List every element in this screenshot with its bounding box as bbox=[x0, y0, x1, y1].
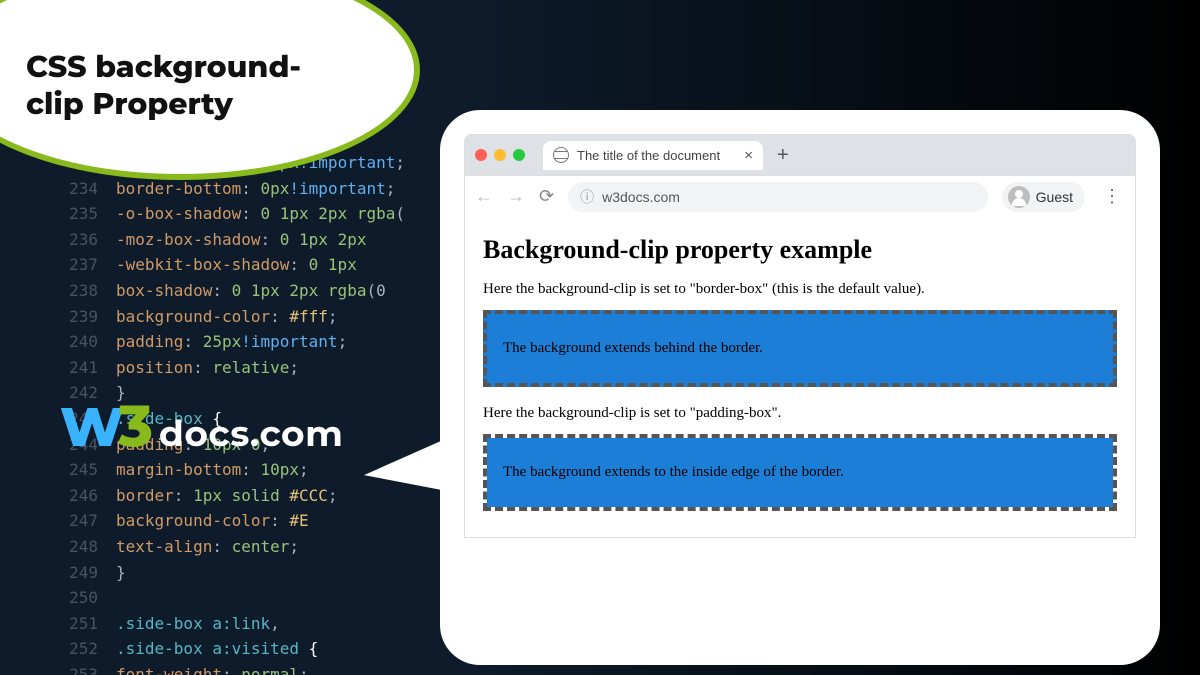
demo-para-1: Here the background-clip is set to "bord… bbox=[483, 281, 1117, 298]
browser-tab[interactable]: The title of the document × bbox=[543, 141, 763, 170]
tab-title: The title of the document bbox=[577, 148, 720, 163]
browser-chrome: The title of the document × + ← → ⟳ ⓘ w3… bbox=[464, 134, 1136, 538]
close-window-icon[interactable] bbox=[475, 149, 487, 161]
logo-3: 3 bbox=[118, 390, 153, 461]
card-handle bbox=[1160, 165, 1163, 315]
demo-box-border: The background extends behind the border… bbox=[483, 310, 1117, 387]
demo-box-text: The background extends to the inside edg… bbox=[503, 464, 844, 480]
maximize-window-icon[interactable] bbox=[513, 149, 525, 161]
back-button[interactable]: ← bbox=[475, 186, 493, 207]
menu-button[interactable]: ⋮ bbox=[1099, 186, 1125, 207]
browser-card: The title of the document × + ← → ⟳ ⓘ w3… bbox=[440, 110, 1160, 665]
profile-button[interactable]: Guest bbox=[1002, 182, 1085, 212]
rendered-page: Background-clip property example Here th… bbox=[465, 217, 1135, 537]
minimize-window-icon[interactable] bbox=[494, 149, 506, 161]
demo-heading: Background-clip property example bbox=[483, 235, 1117, 265]
site-info-icon: ⓘ bbox=[580, 187, 594, 207]
new-tab-button[interactable]: + bbox=[771, 144, 795, 167]
browser-toolbar: ← → ⟳ ⓘ w3docs.com Guest ⋮ bbox=[465, 175, 1135, 217]
page-title: CSS background-clip Property bbox=[26, 48, 326, 123]
avatar-icon bbox=[1008, 186, 1030, 208]
profile-label: Guest bbox=[1036, 189, 1073, 205]
demo-box-text: The background extends behind the border… bbox=[503, 340, 763, 356]
globe-icon bbox=[553, 147, 569, 163]
forward-button[interactable]: → bbox=[507, 186, 525, 207]
card-handle bbox=[1160, 480, 1163, 630]
traffic-lights bbox=[475, 149, 525, 161]
logo-text: docs.com bbox=[159, 412, 343, 456]
reload-button[interactable]: ⟳ bbox=[539, 186, 554, 207]
w3docs-logo: W 3 docs.com bbox=[60, 390, 343, 461]
close-tab-icon[interactable]: × bbox=[744, 147, 753, 164]
demo-box-padding: The background extends to the inside edg… bbox=[483, 434, 1117, 511]
logo-w: W bbox=[60, 394, 122, 460]
address-bar[interactable]: ⓘ w3docs.com bbox=[568, 182, 988, 212]
tab-bar: The title of the document × + bbox=[465, 135, 1135, 175]
demo-para-2: Here the background-clip is set to "padd… bbox=[483, 405, 1117, 422]
url-text: w3docs.com bbox=[602, 189, 680, 205]
